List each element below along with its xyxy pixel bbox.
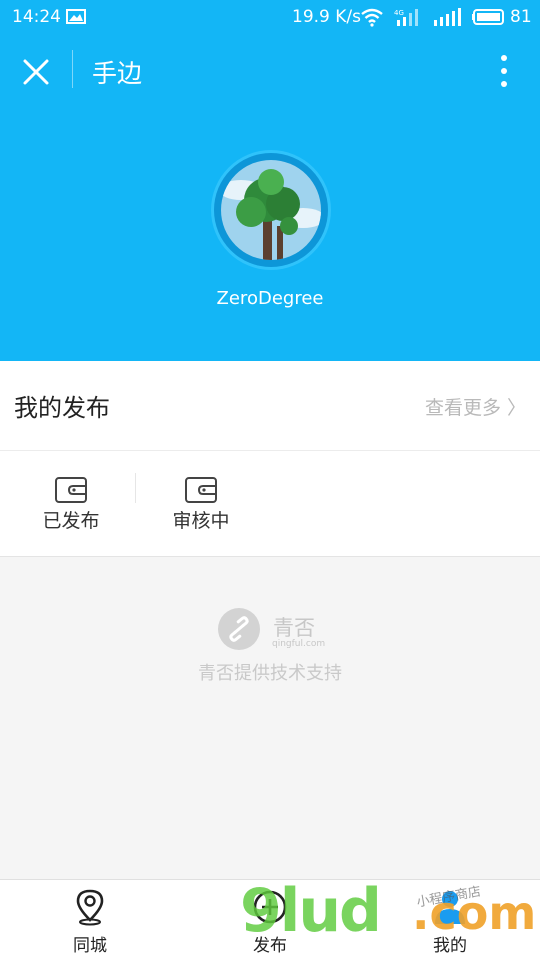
status-bar: 14:24 19.9 K/s 4G 81	[0, 0, 540, 34]
tab-under-review[interactable]: 审核中	[136, 451, 266, 556]
tab-label: 已发布	[42, 510, 100, 532]
header-divider	[72, 50, 73, 88]
status-time: 14:24	[12, 7, 61, 27]
bottom-nav: 同城 发布 我的	[0, 879, 540, 961]
avatar[interactable]	[214, 153, 328, 267]
signal-bars-icon	[434, 8, 461, 26]
nav-label: 我的	[433, 936, 467, 956]
profile-header: 手边 ZeroDegree	[0, 34, 540, 361]
link-logo-icon	[218, 608, 260, 650]
nav-publish[interactable]: 发布	[210, 880, 330, 961]
plus-circle-icon	[253, 890, 287, 924]
battery-icon	[472, 9, 504, 25]
brand-domain: qingful.com	[272, 639, 326, 649]
avatar-tree-image	[221, 160, 321, 260]
nav-city[interactable]: 同城	[30, 880, 150, 961]
signal-4g-icon: 4G	[394, 9, 418, 26]
image-notification-icon	[66, 9, 86, 24]
network-type-label: 4G	[394, 9, 404, 17]
user-icon	[435, 891, 465, 924]
username: ZeroDegree	[216, 288, 324, 309]
support-text: 青否提供技术支持	[198, 663, 342, 684]
brand-name: 青否	[273, 616, 315, 640]
nav-label: 发布	[253, 936, 287, 956]
wifi-icon	[361, 8, 383, 27]
my-posts-header: 我的发布 查看更多 〉	[0, 361, 540, 451]
tab-label: 审核中	[172, 510, 230, 532]
close-icon[interactable]	[20, 56, 52, 88]
more-options-icon[interactable]	[494, 52, 514, 90]
tab-published[interactable]: 已发布	[6, 451, 136, 556]
wallet-icon	[55, 477, 87, 503]
wallet-icon	[185, 477, 217, 503]
post-status-tabs: 已发布 审核中	[0, 451, 540, 557]
battery-percent: 81	[510, 7, 532, 27]
location-pin-icon	[76, 889, 104, 926]
nav-label: 同城	[73, 936, 107, 956]
see-more-link[interactable]: 查看更多 〉	[425, 393, 526, 420]
my-posts-title: 我的发布	[14, 394, 110, 422]
page-title: 手边	[92, 59, 143, 88]
net-speed: 19.9 K/s	[292, 7, 361, 27]
nav-mine[interactable]: 我的	[390, 880, 510, 961]
